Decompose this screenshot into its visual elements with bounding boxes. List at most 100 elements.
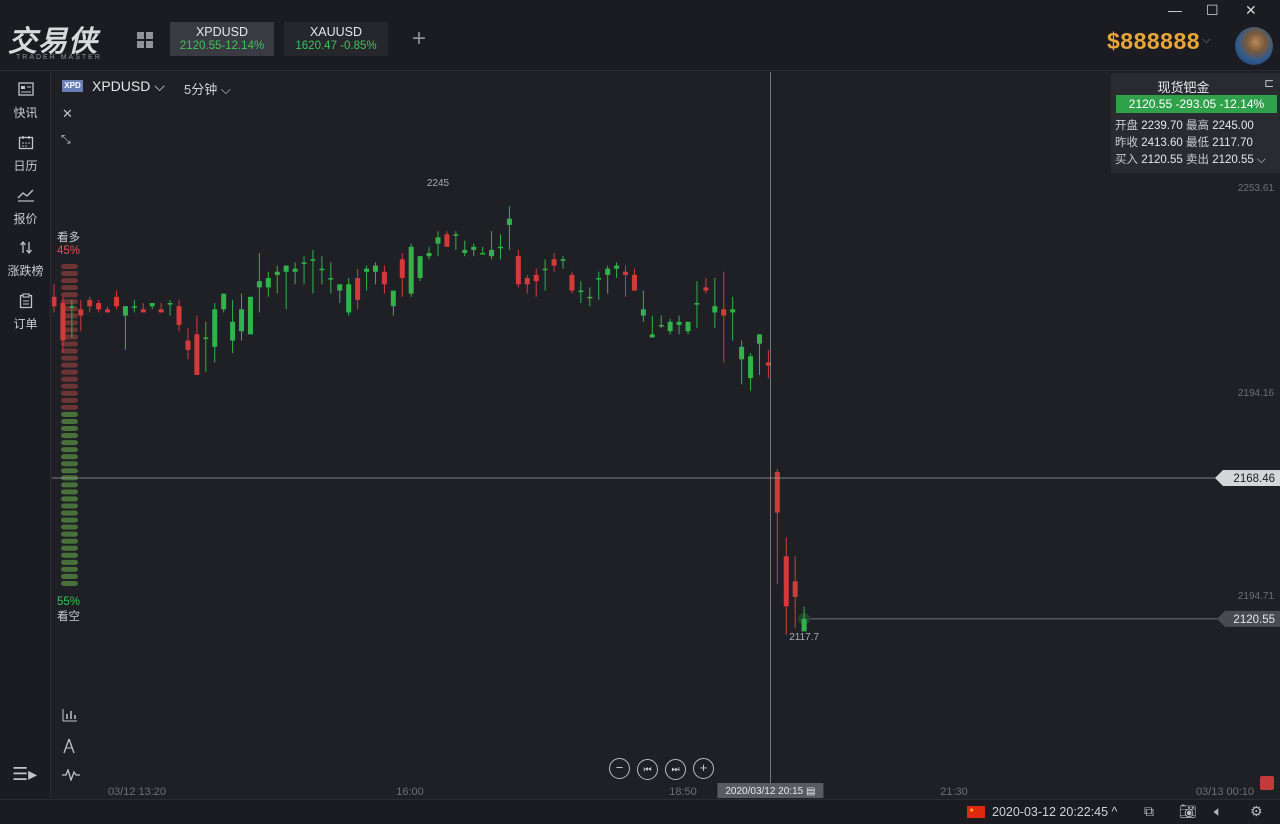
x-tick-label: 16:00 — [396, 786, 424, 798]
sentiment-segment — [61, 482, 78, 488]
candle-body — [453, 234, 459, 236]
jump-start-icon[interactable]: ⏮ — [637, 759, 658, 780]
maximize-icon[interactable]: ☐ — [1206, 2, 1219, 19]
candle-body — [605, 268, 611, 275]
candle-body — [676, 321, 682, 325]
candle-body — [498, 246, 503, 249]
candle-body — [730, 309, 736, 313]
open-label: 开盘 — [1115, 120, 1138, 132]
candle-body — [658, 324, 664, 327]
candle-body — [435, 237, 441, 244]
sentiment-segment — [61, 271, 78, 277]
tab-xpdusd[interactable]: XPDUSD 2120.55-12.14% — [170, 22, 274, 56]
alert-badge-icon — [1260, 776, 1274, 790]
candle-body — [444, 234, 450, 247]
sidebar-item-orders[interactable]: 订单 — [0, 293, 51, 332]
menu-expand-icon[interactable]: ☰▸ — [12, 764, 37, 785]
x-tick-label: 03/13 00:10 — [1196, 786, 1254, 798]
candle-body — [623, 271, 629, 275]
sentiment-segment — [61, 573, 78, 579]
jump-end-icon[interactable]: ⏭ — [665, 759, 686, 780]
sentiment-segment — [61, 468, 78, 474]
sentiment-segment — [61, 264, 78, 270]
minimize-icon[interactable]: — — [1168, 2, 1182, 18]
candle-body — [355, 278, 361, 300]
sentiment-segment — [61, 538, 78, 544]
logo-subtitle: TRADER MASTER — [16, 54, 102, 61]
high-label: 最高 — [1185, 120, 1209, 132]
candle-body — [230, 321, 236, 341]
quote-panel: 现货钯金 ⊏ 2120.55 -293.05 -12.14% 开盘 2239.7… — [1111, 73, 1280, 173]
drawing-tool-icon[interactable] — [62, 738, 80, 768]
candle-body — [551, 259, 557, 266]
grid-layout-icon[interactable] — [137, 32, 155, 50]
close-icon[interactable]: ✕ — [62, 106, 73, 122]
candle-body — [265, 278, 271, 288]
sidebar-item-label: 报价 — [13, 212, 38, 226]
sentiment-segment — [61, 426, 78, 432]
candle-body — [640, 309, 646, 316]
window-stack-icon[interactable]: ⧉ — [1144, 803, 1154, 820]
y-tick-label: 2194.16 — [1238, 388, 1275, 399]
waveform-icon[interactable] — [62, 768, 80, 798]
candle-body — [60, 303, 66, 341]
zoom-in-icon[interactable]: + — [693, 758, 714, 779]
candle-body — [319, 268, 325, 271]
tab-symbol: XAUUSD — [309, 25, 363, 39]
sentiment-segment — [61, 292, 78, 298]
candle-body — [158, 309, 164, 313]
speaker-icon[interactable]: 🔈︎ — [1214, 803, 1222, 820]
sidebar-item-label: 涨跌榜 — [7, 264, 44, 278]
candle-body — [140, 309, 146, 313]
chart-area[interactable]: 2253.61 2194.16 2194.71 2168.46 2120.55 2245 2… — [52, 72, 1280, 799]
collapse-icon[interactable]: ⤡ — [61, 132, 71, 147]
timeframe-selector[interactable]: 5分钟 ⌵ — [184, 79, 231, 98]
candle-body — [515, 256, 521, 285]
close-icon[interactable]: ✕ — [1245, 2, 1257, 19]
open-value: 2239.70 — [1141, 120, 1183, 132]
avatar[interactable] — [1235, 27, 1273, 65]
candle-body — [256, 281, 262, 288]
status-datetime[interactable]: 2020-03-12 20:22:45 ^ — [992, 805, 1117, 819]
panel-toggle-icon[interactable]: ⊏ — [1264, 76, 1274, 90]
candle-body — [694, 303, 700, 305]
crosshair-time-label: 2020/03/12 20:15 ▤ — [725, 786, 815, 797]
ask-value: 2120.55 — [1212, 154, 1254, 166]
candle-body — [131, 306, 137, 308]
prev-close-value: 2413.60 — [1141, 137, 1183, 149]
candle-body — [783, 556, 789, 607]
candle-body — [390, 290, 396, 307]
tab-xauusd[interactable]: XAUUSD 1620.47 -0.85% — [284, 22, 388, 56]
sidebar-item-quotes[interactable]: 报价 — [0, 188, 51, 227]
quote-line-icon — [0, 188, 51, 206]
sidebar-item-calendar[interactable]: 日历 — [0, 135, 51, 174]
last-price-label: 2120.55 — [1233, 614, 1275, 626]
camera-icon[interactable]: 📷︎ — [1179, 803, 1197, 820]
candle-body — [96, 303, 102, 310]
candle-body — [105, 309, 111, 313]
symbol-selector[interactable]: XPDUSD ⌵ — [92, 78, 165, 95]
zoom-out-icon[interactable]: − — [609, 758, 630, 779]
indicator-icon[interactable] — [62, 708, 80, 738]
chevron-down-icon[interactable]: ⌵ — [1202, 34, 1210, 47]
candle-body — [69, 306, 75, 308]
sidebar-item-news[interactable]: 快讯 — [0, 82, 51, 121]
china-flag-icon[interactable]: ★ — [967, 806, 985, 818]
status-bar: ★ 2020-03-12 20:22:45 ^ ⧉ 📷︎ 🔈︎ ⚙ — [0, 799, 1280, 824]
candle-body — [587, 296, 593, 299]
candle-body — [122, 306, 128, 316]
sentiment-short: 55% 看空 — [57, 596, 80, 624]
low-annotation: 2117.7 — [789, 632, 819, 643]
candlestick-chart[interactable]: 2253.61 2194.16 2194.71 2168.46 2120.55 2245 2… — [52, 72, 1280, 799]
sidebar-item-ranking[interactable]: 涨跌榜 — [0, 240, 51, 279]
candle-body — [176, 306, 182, 325]
settings-gear-icon[interactable]: ⚙ — [1250, 803, 1263, 820]
candle-body — [712, 306, 718, 313]
candle-body — [667, 321, 673, 332]
add-tab-plus-icon[interactable]: + — [412, 25, 426, 53]
sentiment-segment — [61, 285, 78, 291]
chevron-down-icon[interactable]: ⌵ — [1257, 154, 1266, 166]
candle-body — [247, 296, 253, 335]
account-balance[interactable]: $888888 — [1107, 28, 1200, 55]
sentiment-long: 看多 45% — [57, 229, 80, 257]
